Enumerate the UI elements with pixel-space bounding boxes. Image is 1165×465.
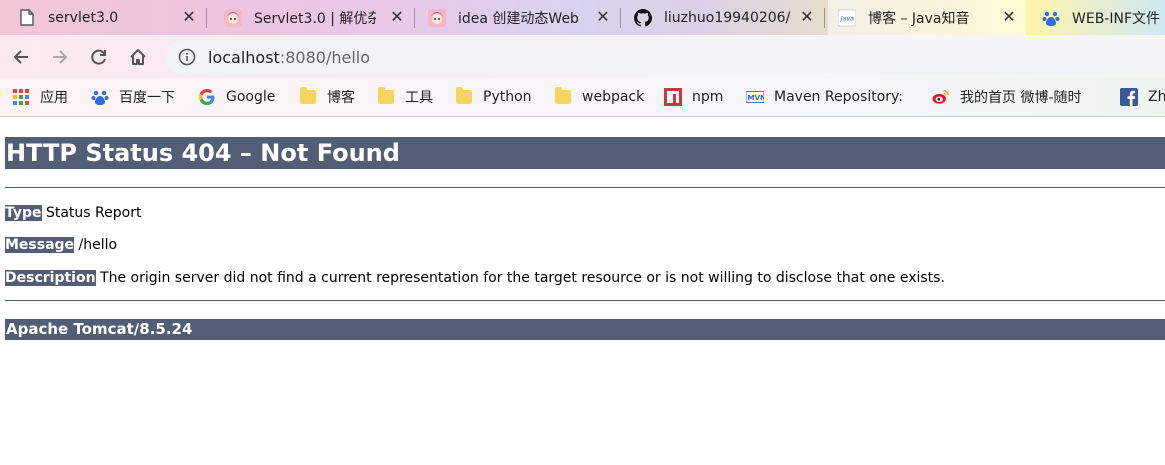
url-path: :8080/hello [279, 47, 370, 67]
anime-avatar-icon [224, 8, 242, 27]
page-content: HTTP Status 404 – Not Found Type Status … [0, 118, 1165, 465]
description-line: Description The origin server did not fi… [5, 269, 945, 287]
svg-text:Java: Java [839, 15, 854, 22]
java-icon: Java [838, 8, 856, 27]
bookmark-weibo[interactable]: 我的首页 微博-随时 [932, 78, 1082, 116]
bookmark-label: npm [692, 89, 724, 105]
bookmark-folder-webpack[interactable]: webpack [554, 78, 644, 116]
folder-icon [555, 87, 571, 104]
bookmark-label: 我的首页 微博-随时 [960, 90, 1082, 106]
tab-github[interactable]: liuzhuo19940206/ ✕ [624, 0, 824, 35]
tab-strip: servlet3.0 ✕ Servlet3.0 | 解优杂 ✕ idea 创建动… [0, 0, 1165, 35]
bookmark-baidu[interactable]: 百度一下 [91, 78, 175, 116]
github-icon [634, 8, 652, 27]
tab-web-inf[interactable]: WEB-INF文件 [1034, 0, 1165, 35]
reload-icon [91, 49, 106, 65]
bookmark-label: 百度一下 [119, 90, 175, 106]
reload-button[interactable] [86, 44, 112, 70]
baidu-paw-icon [91, 88, 109, 106]
anime-avatar-icon [428, 8, 446, 27]
forward-arrow-icon [53, 50, 68, 64]
home-icon [130, 49, 146, 65]
home-button[interactable] [125, 44, 151, 70]
description-value: The origin server did not find a current… [95, 270, 945, 286]
folder-icon [456, 87, 472, 104]
bookmark-label: 博客 [327, 90, 355, 106]
back-arrow-icon [13, 50, 28, 64]
bookmark-facebook[interactable]: Zh [1120, 78, 1165, 116]
tab-title: liuzhuo19940206/ [664, 9, 790, 26]
apps-grid-icon [12, 88, 30, 106]
close-icon[interactable]: ✕ [388, 8, 406, 26]
type-label: Type [5, 205, 42, 221]
message-line: Message /hello [5, 236, 117, 254]
bookmark-label: Python [483, 89, 532, 105]
document-icon [18, 9, 36, 27]
bookmark-label: 应用 [40, 90, 68, 106]
close-icon[interactable]: ✕ [594, 8, 612, 26]
tab-servlet3-blog[interactable]: Servlet3.0 | 解优杂 ✕ [210, 0, 414, 35]
back-button[interactable] [8, 44, 34, 70]
bookmark-folder-python[interactable]: Python [455, 78, 532, 116]
message-label: Message [5, 237, 75, 253]
url-text[interactable]: localhost:8080/hello [208, 48, 370, 67]
tab-servlet3[interactable]: servlet3.0 ✕ [0, 0, 206, 35]
facebook-icon [1120, 88, 1138, 106]
type-line: Type Status Report [5, 204, 141, 222]
bookmark-label: Google [226, 89, 276, 105]
address-bar[interactable]: localhost:8080/hello [166, 40, 1165, 74]
server-footer: Apache Tomcat/8.5.24 [5, 319, 1165, 340]
bookmark-folder-tools[interactable]: 工具 [377, 78, 433, 116]
divider [5, 187, 1165, 188]
bookmark-label: webpack [582, 89, 645, 105]
weibo-icon [932, 88, 950, 106]
bookmark-label: Maven Repository: [774, 89, 904, 105]
browser-toolbar: localhost:8080/hello [0, 35, 1165, 78]
bookmark-folder-blog[interactable]: 博客 [299, 78, 355, 116]
mvn-icon: MVN [746, 88, 764, 106]
forward-button[interactable] [47, 44, 73, 70]
baidu-paw-icon [1042, 9, 1060, 27]
tab-title: WEB-INF文件 [1072, 10, 1160, 27]
tab-title: idea 创建动态Web [458, 10, 579, 27]
svg-text:MVN: MVN [747, 93, 764, 102]
url-host: localhost [208, 47, 280, 67]
bookmark-maven[interactable]: MVN Maven Repository: [746, 78, 903, 116]
bookmarks-bar: 应用 百度一下 Google 博客 工具 Python webpack npm [0, 78, 1165, 117]
bookmark-google[interactable]: Google [198, 78, 275, 116]
page-title: HTTP Status 404 – Not Found [5, 137, 1165, 169]
close-icon[interactable]: ✕ [180, 8, 198, 26]
npm-icon [664, 88, 682, 106]
divider [5, 300, 1165, 301]
message-value: /hello [74, 237, 118, 253]
bookmark-label: Zh [1148, 89, 1165, 105]
bookmark-apps[interactable]: 应用 [12, 78, 68, 116]
bookmark-npm[interactable]: npm [664, 78, 723, 116]
bookmark-label: 工具 [405, 90, 433, 106]
description-label: Description [5, 270, 96, 286]
close-icon[interactable]: ✕ [798, 8, 816, 26]
folder-icon [378, 87, 394, 104]
type-value: Status Report [41, 205, 142, 221]
info-icon[interactable] [178, 48, 196, 66]
folder-icon [300, 87, 316, 104]
tab-java-blog[interactable]: Java 博客 – Java知音 ✕ [828, 0, 1026, 35]
tab-title: Servlet3.0 | 解优杂 [254, 10, 376, 27]
google-icon [198, 88, 216, 106]
tab-idea-web[interactable]: idea 创建动态Web ✕ [418, 0, 620, 35]
close-icon[interactable]: ✕ [1000, 8, 1018, 26]
